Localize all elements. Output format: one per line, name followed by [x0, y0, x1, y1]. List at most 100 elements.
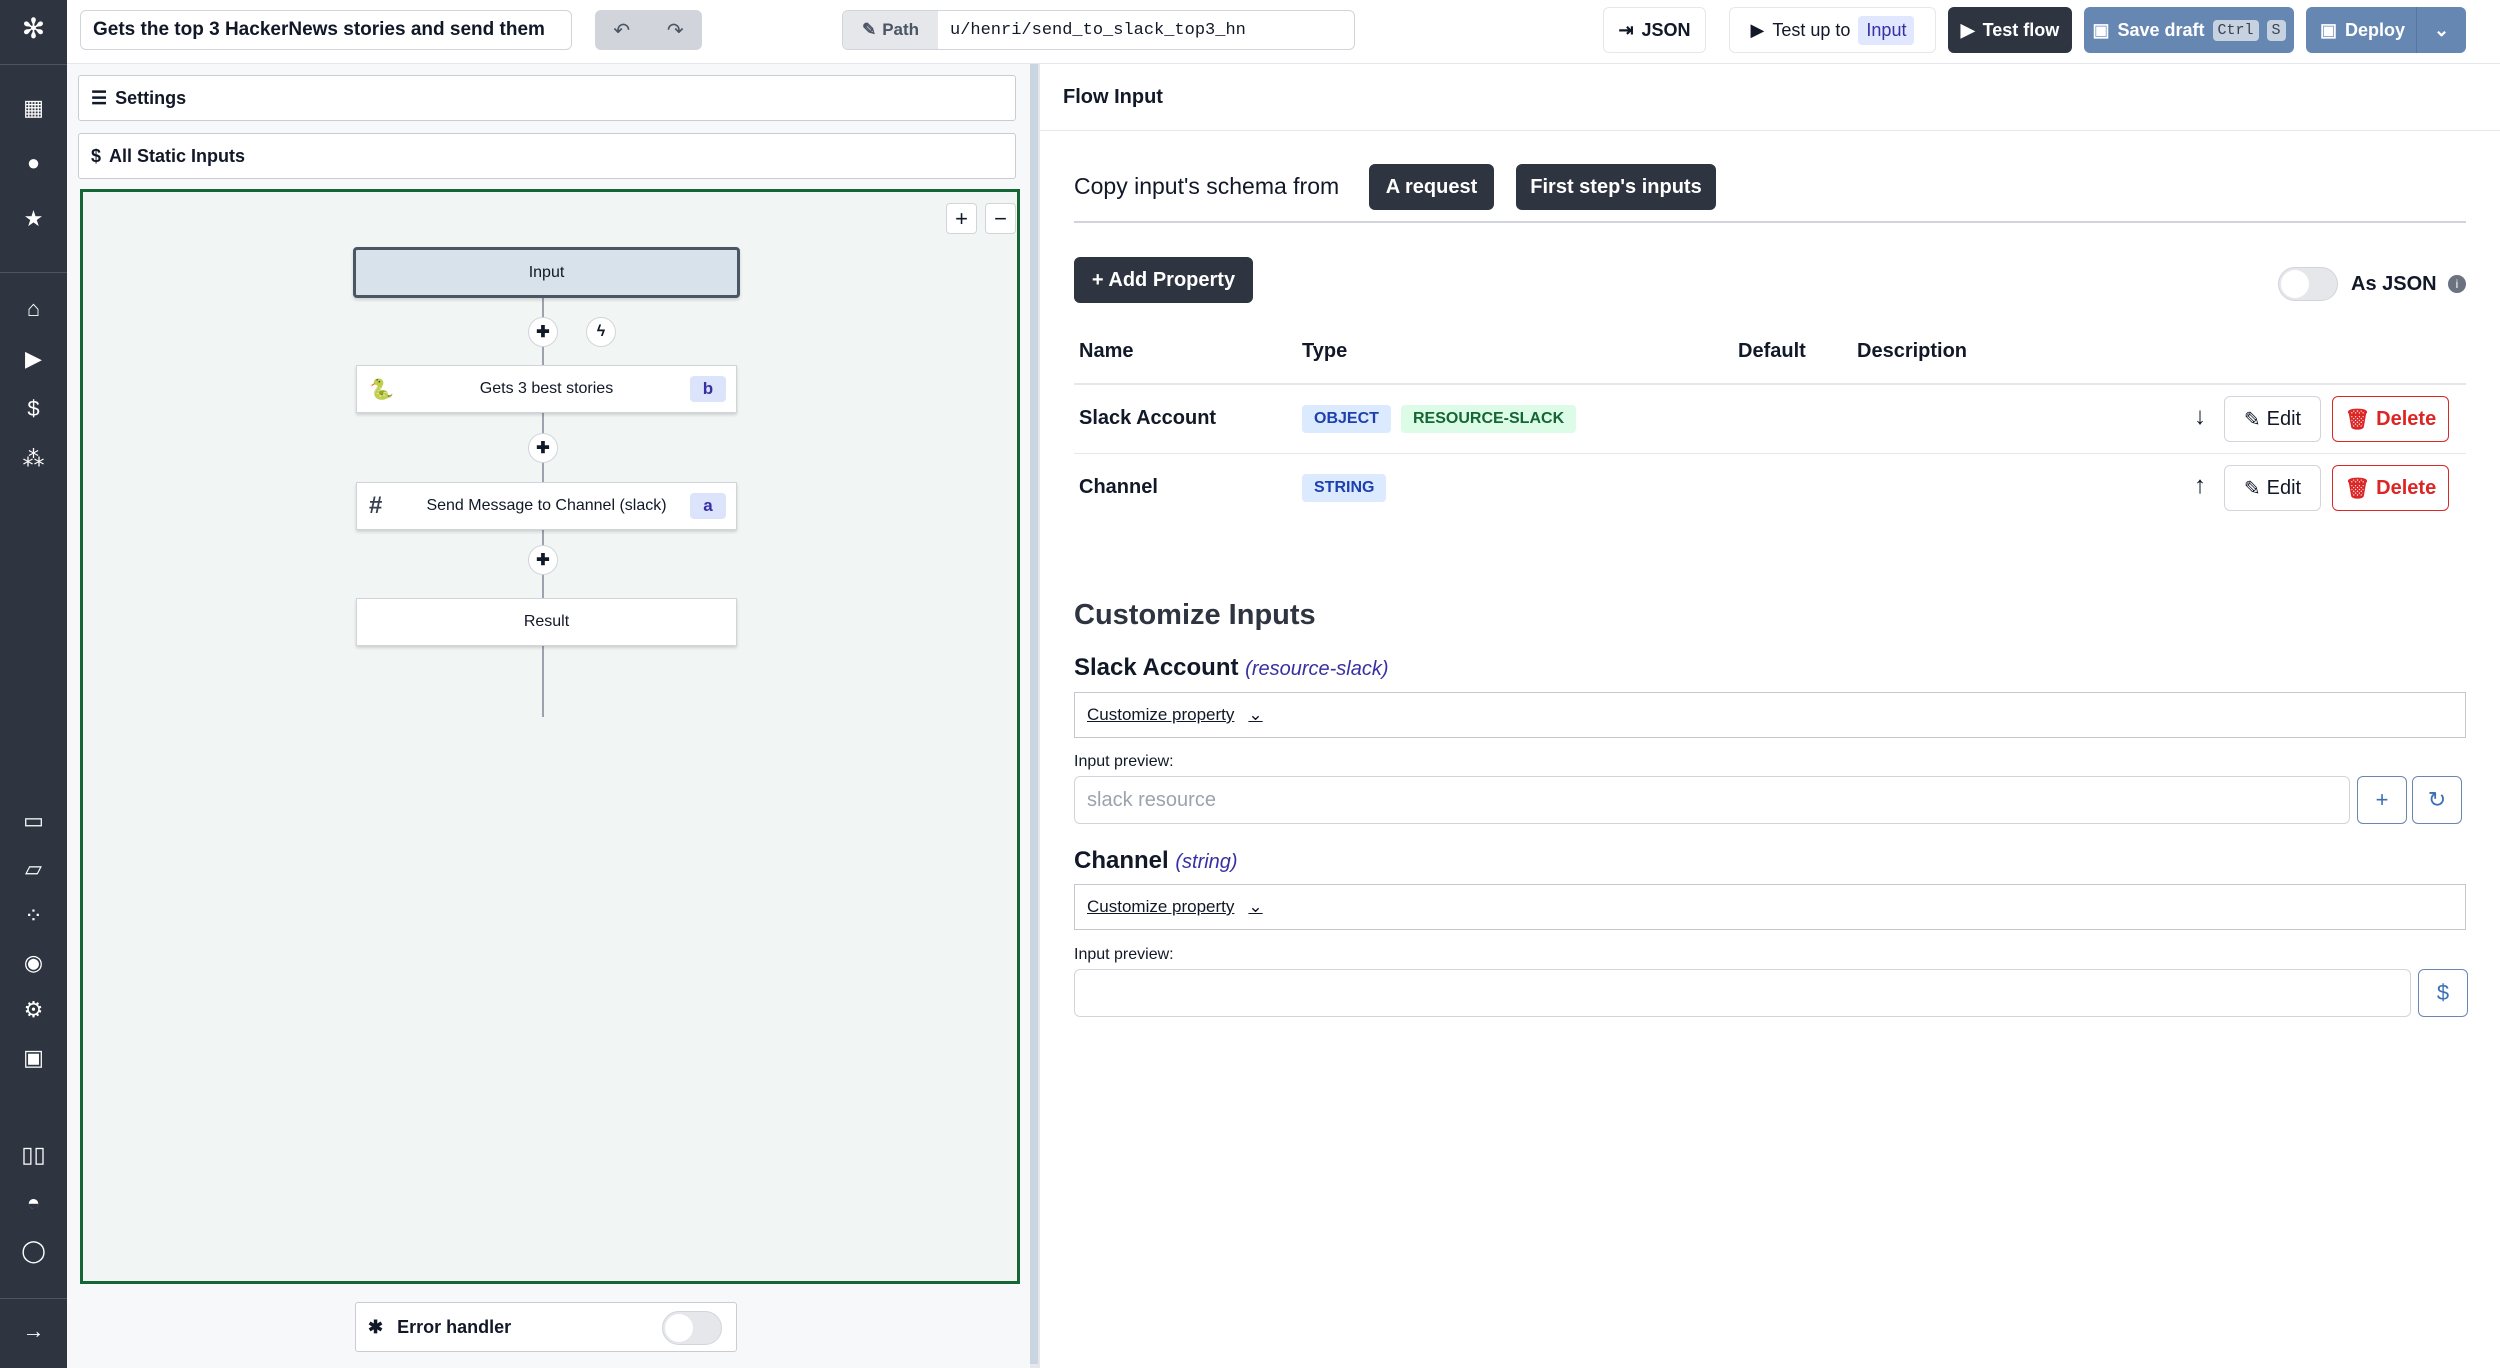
delete-button[interactable]: 🗑 Delete: [2332, 465, 2449, 511]
add-step-button[interactable]: ✚: [528, 317, 558, 347]
flow-canvas[interactable]: + − Input ✚ ϟ 🐍 Gets 3 best stories b ✚ # S…: [80, 189, 1020, 1284]
zoom-in-button[interactable]: +: [946, 203, 977, 234]
edit-button[interactable]: ✎ Edit: [2224, 465, 2321, 511]
chevron-down-icon[interactable]: ⌄: [2416, 7, 2466, 53]
info-icon[interactable]: i: [2448, 275, 2466, 293]
button-label: + Add Property: [1091, 268, 1236, 291]
robot-icon[interactable]: ▣: [0, 1043, 67, 1073]
eye-icon[interactable]: ◉: [0, 948, 67, 978]
dollar-icon: $: [91, 145, 102, 166]
error-handler-row: ✱ Error handler: [355, 1302, 737, 1352]
node-step-b[interactable]: 🐍 Gets 3 best stories b: [356, 365, 737, 413]
splitter-handle[interactable]: [1030, 64, 1038, 1364]
customize-property-dropdown[interactable]: Customize property ⌄: [1074, 692, 2466, 738]
save-draft-button[interactable]: ▣ Save draft Ctrl S: [2084, 7, 2294, 53]
add-property-button[interactable]: + Add Property: [1074, 257, 1253, 303]
button-label: Edit: [2266, 407, 2302, 430]
user-icon[interactable]: ●: [0, 148, 67, 178]
error-handler-toggle[interactable]: [662, 1311, 722, 1345]
groups-icon[interactable]: ⁘: [0, 901, 67, 931]
topbar: Gets the top 3 HackerNews stories and se…: [67, 0, 2500, 64]
dollar-icon[interactable]: $: [2418, 969, 2468, 1017]
play-icon: ▶: [1750, 19, 1765, 40]
path-value: u/henri/send_to_slack_top3_hn: [950, 20, 1246, 40]
add-step-button[interactable]: ✚: [528, 545, 558, 575]
sliders-icon: ☰: [91, 87, 108, 108]
workspace-icon[interactable]: ▦: [0, 93, 67, 123]
test-up-to-button[interactable]: ▶ Test up to Input: [1729, 7, 1936, 53]
table-row: Channel STRING ↑ ✎ Edit 🗑 Delete: [1040, 454, 2500, 522]
undo-icon[interactable]: ↶: [613, 18, 630, 43]
play-icon: ▶: [1960, 19, 1975, 40]
channel-input[interactable]: [1074, 969, 2411, 1017]
book-icon[interactable]: ▯▯: [0, 1140, 67, 1170]
discord-icon[interactable]: ◓: [0, 1188, 67, 1218]
cubes-icon[interactable]: ⁂: [0, 444, 67, 474]
python-icon: 🐍: [369, 378, 394, 401]
test-up-to-target: Input: [1858, 15, 1915, 45]
edit-button[interactable]: ✎ Edit: [2224, 396, 2321, 442]
play-icon[interactable]: ▶: [0, 344, 67, 374]
field-label: Slack Account (resource-slack): [1074, 654, 1389, 682]
customize-property-dropdown[interactable]: Customize property ⌄: [1074, 884, 2466, 930]
test-up-to-label: Test up to: [1772, 19, 1851, 40]
flow-summary-value: Gets the top 3 HackerNews stories and se…: [93, 19, 545, 40]
redo-icon[interactable]: ↷: [667, 18, 684, 43]
button-label: Edit: [2266, 476, 2302, 499]
kbd-s: S: [2266, 19, 2286, 41]
folder-icon[interactable]: ▱: [0, 854, 67, 884]
type-badge: STRING: [1302, 474, 1387, 502]
panel-splitter[interactable]: [1030, 64, 1040, 1368]
json-button[interactable]: ⇥ JSON: [1603, 7, 1706, 53]
copy-from-first-step-button[interactable]: First step's inputs: [1516, 164, 1716, 210]
deploy-button[interactable]: ▣ Deploy ⌄: [2306, 7, 2466, 53]
customize-inputs-heading: Customize Inputs: [1074, 599, 1316, 631]
path-field[interactable]: ✎ Path u/henri/send_to_slack_top3_hn: [842, 10, 1355, 50]
property-name: Slack Account: [1079, 407, 1217, 429]
dollar-icon[interactable]: $: [0, 394, 67, 424]
gear-icon[interactable]: ⚙: [0, 995, 67, 1025]
zoom-out-button[interactable]: −: [985, 203, 1016, 234]
add-resource-button[interactable]: +: [2357, 776, 2407, 824]
refresh-icon[interactable]: ↻: [2412, 776, 2462, 824]
as-json-toggle[interactable]: [2278, 267, 2338, 301]
settings-button[interactable]: ☰ Settings: [78, 75, 1016, 121]
calendar-icon[interactable]: ▭: [0, 806, 67, 836]
node-result[interactable]: Result: [356, 598, 737, 646]
logo-icon[interactable]: ✻: [0, 14, 67, 44]
button-label: Delete: [2376, 407, 2437, 430]
expand-arrow-icon[interactable]: →: [0, 1316, 67, 1346]
copy-from-request-button[interactable]: A request: [1369, 164, 1494, 210]
test-flow-button[interactable]: ▶ Test flow: [1948, 7, 2072, 53]
field-label: Channel (string): [1074, 847, 1238, 875]
pencil-icon: ✎: [2243, 408, 2261, 431]
panel-title: Flow Input: [1063, 85, 1163, 108]
deploy-label: Deploy: [2345, 19, 2406, 40]
input-preview-label: Input preview:: [1074, 753, 1174, 770]
slack-resource-input[interactable]: slack resource: [1074, 776, 2350, 824]
node-step-a[interactable]: # Send Message to Channel (slack) a: [356, 482, 737, 530]
move-down-icon[interactable]: ↓: [2194, 403, 2206, 431]
node-label: Gets 3 best stories: [479, 380, 614, 397]
github-icon[interactable]: ◯: [0, 1236, 67, 1266]
export-icon: ⇥: [1618, 19, 1634, 40]
divider: [0, 272, 67, 273]
home-icon[interactable]: ⌂: [0, 294, 67, 324]
field-name: Channel: [1074, 847, 1169, 874]
sidebar: ✻ ▦ ● ★ ⌂ ▶ $ ⁂ ▭ ▱ ⁘ ◉ ⚙ ▣ ▯▯ ◓ ◯ →: [0, 0, 67, 1368]
add-step-button[interactable]: ✚: [528, 433, 558, 463]
save-draft-label: Save draft: [2117, 19, 2205, 40]
delete-button[interactable]: 🗑 Delete: [2332, 396, 2449, 442]
star-icon[interactable]: ★: [0, 204, 67, 234]
type-badge: RESOURCE-SLACK: [1401, 405, 1577, 433]
flow-editor-panel: ☰ Settings $ All Static Inputs + − Input ✚…: [67, 64, 1030, 1368]
lightning-icon[interactable]: ϟ: [586, 317, 616, 347]
node-input[interactable]: Input: [353, 247, 740, 298]
save-icon: ▣: [2320, 19, 2338, 40]
kbd-ctrl: Ctrl: [2212, 19, 2259, 41]
move-up-icon[interactable]: ↑: [2194, 472, 2206, 500]
test-flow-label: Test flow: [1982, 19, 2060, 40]
static-inputs-button[interactable]: $ All Static Inputs: [78, 133, 1016, 179]
property-name: Channel: [1079, 476, 1158, 498]
flow-summary-input[interactable]: Gets the top 3 HackerNews stories and se…: [80, 10, 572, 50]
